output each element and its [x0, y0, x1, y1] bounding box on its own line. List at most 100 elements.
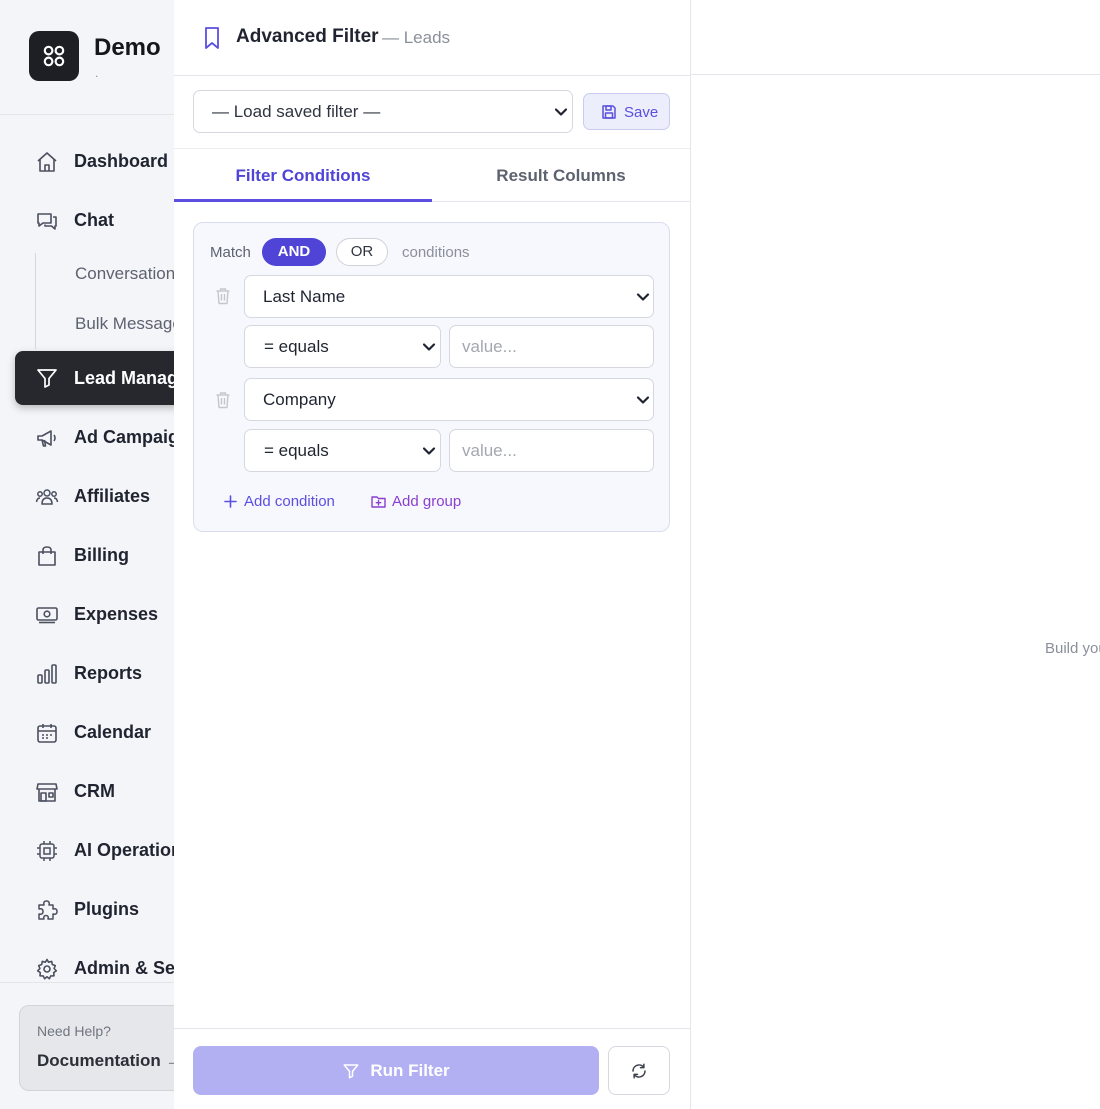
condition-operator-select[interactable]: = equals: [244, 325, 441, 368]
sidebar-item-affiliates[interactable]: Affiliates: [0, 473, 174, 519]
saved-filter-select-value: — Load saved filter —: [212, 102, 381, 121]
brand-name: Demo: [94, 34, 161, 61]
chevron-down-icon: [636, 290, 650, 304]
documentation-link[interactable]: Documentation →: [37, 1051, 174, 1071]
add-condition-label: Add condition: [244, 493, 335, 510]
results-area: Build your filter and click Run Filter: [691, 0, 1100, 1109]
panel-footer: Run Filter: [174, 1028, 690, 1109]
cpu-chip-icon: [35, 839, 59, 863]
trash-icon[interactable]: [215, 287, 231, 305]
sidebar-subitem-bulk-messages[interactable]: Bulk Messages: [75, 314, 174, 334]
reset-filter-button[interactable]: [608, 1046, 670, 1095]
condition-value-input[interactable]: [449, 429, 654, 472]
sidebar-item-ad-campaigns[interactable]: Ad Campaigns: [0, 414, 174, 460]
brand-tagline: .: [95, 66, 99, 80]
bookmark-icon: [201, 26, 223, 50]
panel-tabs: Filter Conditions Result Columns: [174, 148, 690, 202]
condition-operator-value: = equals: [264, 441, 329, 460]
home-icon: [35, 150, 59, 174]
sidebar-item-label: AI Operations: [74, 839, 174, 860]
funnel-icon: [342, 1062, 360, 1080]
chevron-down-icon: [636, 393, 650, 407]
trash-icon[interactable]: [215, 391, 231, 409]
sidebar-item-label: Chat: [74, 209, 114, 230]
folder-plus-icon: [371, 494, 386, 509]
chevron-down-icon: [422, 340, 436, 354]
match-label: Match: [210, 244, 251, 261]
funnel-icon: [35, 366, 59, 390]
users-group-icon: [35, 485, 59, 509]
puzzle-icon: [35, 898, 59, 922]
condition-operator-value: = equals: [264, 337, 329, 356]
shopping-bag-icon: [35, 544, 59, 568]
sidebar-item-label: Affiliates: [74, 485, 151, 506]
gear-icon: [35, 957, 59, 981]
megaphone-icon: [35, 426, 59, 450]
calendar-icon: [35, 721, 59, 745]
sidebar-item-label: Reports: [74, 662, 143, 683]
chevron-down-icon: [554, 105, 568, 119]
subnav-divider: [35, 253, 36, 349]
storefront-icon: [35, 780, 59, 804]
sidebar-item-label: Admin & Settings: [74, 957, 174, 978]
conditions-label: conditions: [402, 244, 470, 261]
panel-header: Advanced Filter — Leads: [174, 0, 690, 76]
sidebar-item-plugins[interactable]: Plugins: [0, 886, 174, 932]
tab-result-columns[interactable]: Result Columns: [432, 149, 690, 202]
condition-field-select[interactable]: Company: [244, 378, 654, 421]
sidebar: Demo . Dashboard Chat Conversations Bulk…: [0, 0, 174, 1109]
sidebar-item-expenses[interactable]: Expenses: [0, 591, 174, 637]
app-grid-logo-icon[interactable]: [29, 31, 79, 81]
advanced-filter-panel: Advanced Filter — Leads — Load saved fil…: [174, 0, 691, 1109]
tab-filter-conditions[interactable]: Filter Conditions: [174, 149, 432, 202]
plus-icon: [223, 494, 238, 509]
sidebar-item-billing[interactable]: Billing: [0, 532, 174, 578]
bar-chart-icon: [35, 662, 59, 686]
chat-bubbles-icon: [35, 209, 59, 233]
sidebar-item-label: Lead Management: [74, 367, 174, 388]
match-and-toggle[interactable]: AND: [262, 238, 326, 266]
sidebar-item-label: Dashboard: [74, 150, 169, 171]
saved-filter-select[interactable]: — Load saved filter —: [193, 90, 573, 133]
sidebar-item-crm[interactable]: CRM: [0, 768, 174, 814]
help-title: Need Help?: [37, 1023, 111, 1039]
condition-field-value: Company: [263, 390, 336, 409]
sidebar-item-reports[interactable]: Reports: [0, 650, 174, 696]
results-empty-message: Build your filter and click Run Filter: [1045, 640, 1100, 657]
brand-header: Demo .: [0, 0, 174, 115]
sidebar-item-label: Plugins: [74, 898, 140, 919]
sidebar-item-dashboard[interactable]: Dashboard: [0, 138, 174, 184]
add-condition-button[interactable]: Add condition: [223, 493, 335, 510]
banknote-icon: [35, 603, 59, 627]
sidebar-item-chat[interactable]: Chat: [0, 197, 174, 243]
sidebar-item-ai-operations[interactable]: AI Operations: [0, 827, 174, 873]
condition-field-value: Last Name: [263, 287, 346, 306]
sidebar-subitem-conversations[interactable]: Conversations: [75, 264, 174, 284]
save-button-label: Save: [624, 104, 659, 121]
condition-operator-select[interactable]: = equals: [244, 429, 441, 472]
sidebar-item-calendar[interactable]: Calendar: [0, 709, 174, 755]
sidebar-item-label: CRM: [74, 780, 115, 801]
sidebar-item-label: Expenses: [74, 603, 159, 624]
refresh-icon: [630, 1062, 648, 1080]
sidebar-item-label: Billing: [74, 544, 129, 565]
condition-field-select[interactable]: Last Name: [244, 275, 654, 318]
sidebar-item-label: Calendar: [74, 721, 152, 742]
save-filter-button[interactable]: Save: [583, 93, 670, 130]
add-group-button[interactable]: Add group: [371, 493, 461, 510]
match-or-toggle[interactable]: OR: [336, 238, 388, 266]
run-filter-label: Run Filter: [370, 1060, 450, 1080]
results-header: [691, 0, 1100, 75]
floppy-save-icon: [601, 104, 617, 120]
panel-title: Advanced Filter: [236, 26, 379, 47]
add-group-label: Add group: [392, 493, 462, 510]
condition-value-input[interactable]: [449, 325, 654, 368]
sidebar-item-lead-management[interactable]: Lead Management: [15, 351, 174, 405]
sidebar-item-label: Ad Campaigns: [74, 426, 174, 447]
help-section: Need Help? Documentation →: [0, 982, 174, 1109]
chevron-down-icon: [422, 444, 436, 458]
run-filter-button[interactable]: Run Filter: [193, 1046, 599, 1095]
condition-group: Match AND OR conditions Last Name = equa…: [193, 222, 670, 532]
panel-subtitle: — Leads: [382, 28, 451, 47]
help-card[interactable]: Need Help? Documentation →: [19, 1005, 174, 1091]
